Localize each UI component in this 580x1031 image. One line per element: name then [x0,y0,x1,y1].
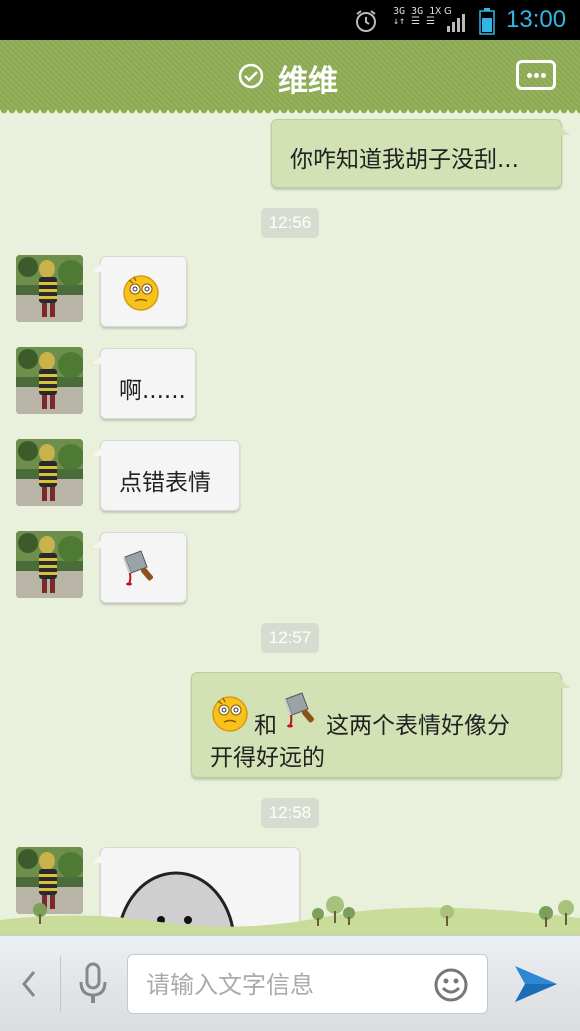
dizzy-face-emoji [210,693,250,733]
clock: 13:00 [506,6,567,33]
message-bubble-incoming[interactable]: 啊...... [92,348,196,419]
message-bubble-incoming[interactable] [92,256,187,327]
microphone-icon[interactable] [76,962,110,1006]
input-bar [0,935,580,1031]
timestamp: 12:58 [261,798,319,828]
message-text: 你咋知道我胡子没刮... [290,147,519,173]
message-text: 啊...... [119,378,186,404]
message-input-box[interactable] [127,954,488,1014]
network-indicator: 3G 3G 1X ↓↑ ☰ ☰ [393,6,442,27]
message-bubble-outgoing[interactable]: 你咋知道我胡子没刮... [271,119,570,188]
more-icon [527,73,532,78]
chat-header: 维维 [0,40,580,116]
message-input[interactable] [146,969,416,1001]
contact-name: 维维 [278,64,338,99]
avatar[interactable] [16,347,83,414]
signal-icon [447,14,465,32]
cleaver-emoji [121,547,161,587]
timestamp: 12:56 [261,208,319,238]
message-list[interactable]: 你咋知道我胡子没刮... 12:56 啊...... 点错表情 12:57 和 … [0,110,580,935]
back-arrow-icon[interactable] [18,964,40,1004]
check-circle-icon [238,63,264,89]
smiley-icon[interactable] [433,967,469,1003]
more-button[interactable] [516,60,556,90]
cleaver-emoji [282,689,322,729]
message-bubble-incoming[interactable]: 点错表情 [92,440,240,511]
more-icon-dot [534,73,539,78]
dizzy-face-emoji [121,272,161,312]
message-text: 点错表情 [119,470,211,496]
battery-icon [479,8,495,35]
avatar[interactable] [16,255,83,322]
avatar[interactable] [16,531,83,598]
avatar[interactable] [16,439,83,506]
message-text: 和 [254,713,277,739]
message-bubble-incoming[interactable] [92,532,187,603]
more-icon-dot [541,73,546,78]
landscape-decoration [0,896,580,936]
alarm-icon [356,10,376,32]
timestamp: 12:57 [261,623,319,653]
message-text: 开得好远的 [210,745,325,771]
send-icon[interactable] [513,962,559,1006]
divider [60,956,61,1012]
message-text: 这两个表情好像分 [326,713,510,739]
status-bar: 3G 3G 1X ↓↑ ☰ ☰ G 13:00 [0,0,580,40]
message-bubble-outgoing[interactable]: 和 这两个表情好像分 开得好远的 [191,672,570,778]
